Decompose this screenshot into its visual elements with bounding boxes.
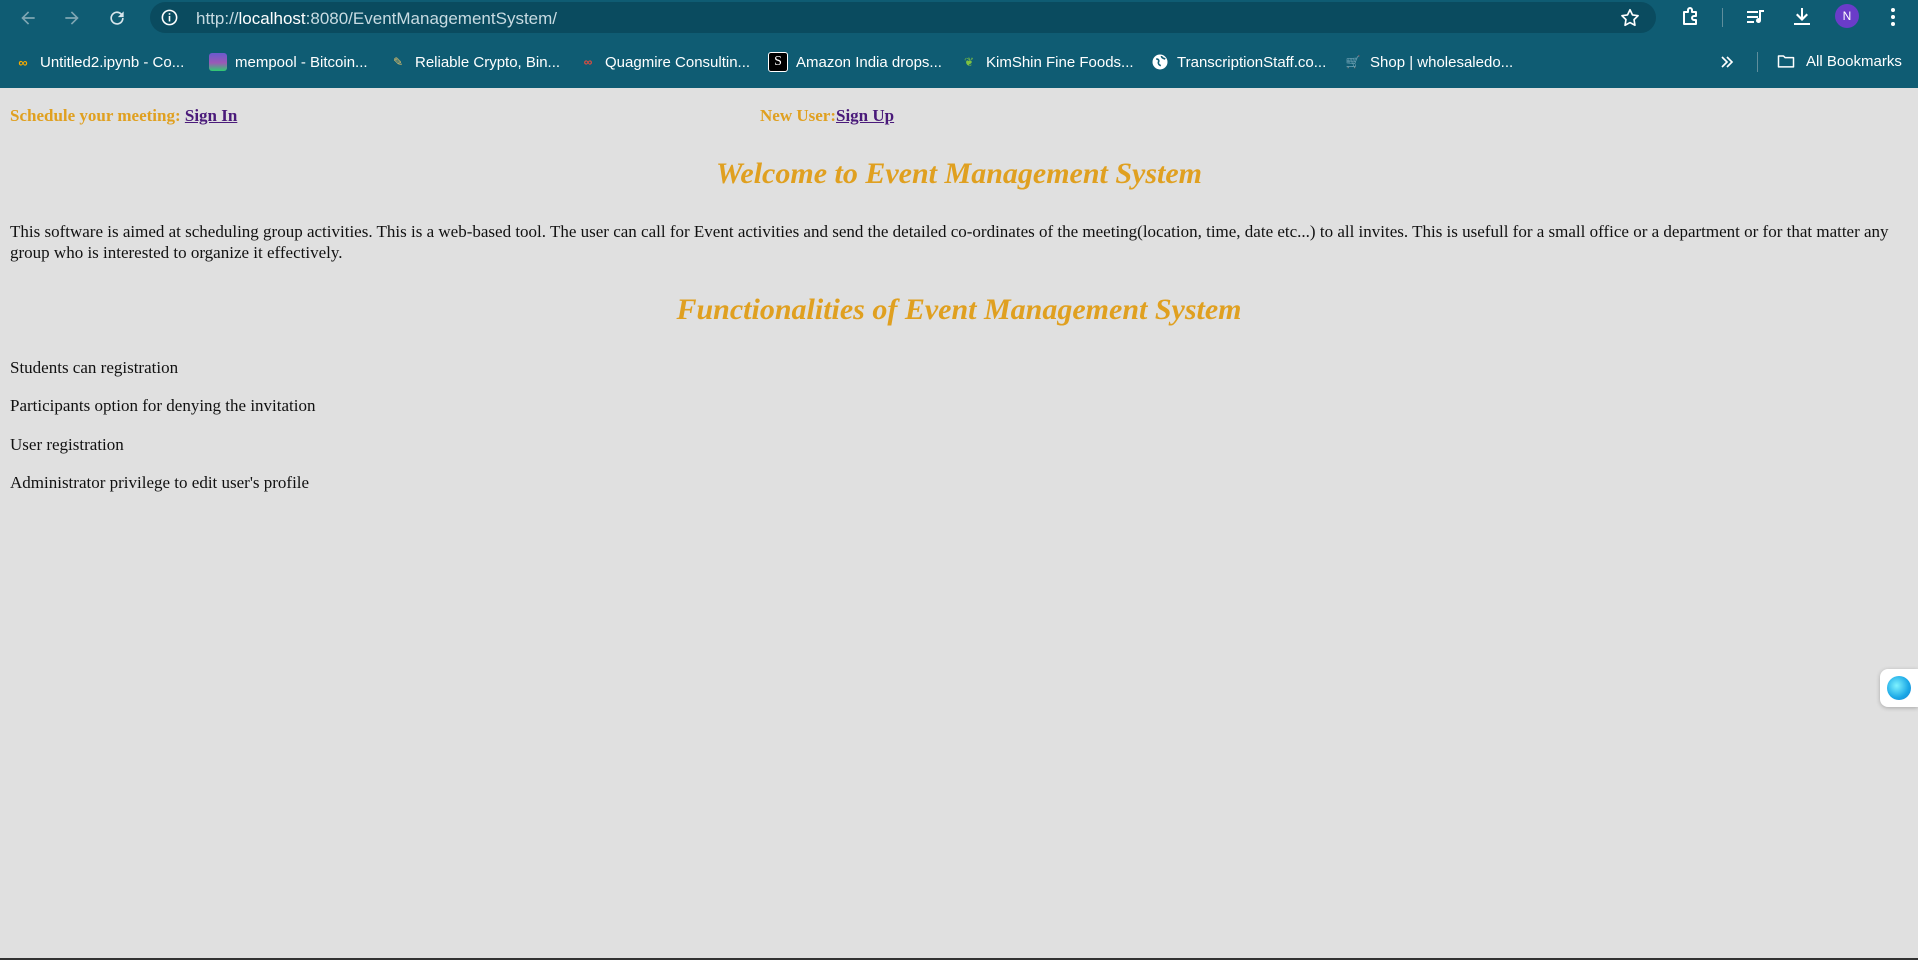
bookmark-item[interactable]: mempool - Bitcoin... [209,51,368,73]
bookmark-item[interactable]: ∞ Quagmire Consultin... [579,51,750,73]
feature-item: Administrator privilege to edit user's p… [10,473,310,492]
globe-icon [1151,53,1169,71]
feature-item: User registration [10,435,124,454]
chevron-double-right-icon[interactable] [1717,52,1737,72]
feature-item: Participants option for denying the invi… [10,396,316,415]
all-bookmarks-label: All Bookmarks [1806,52,1902,70]
url-host: localhost [238,9,306,28]
extensions-icon[interactable] [1679,5,1703,29]
mempool-icon [209,53,227,71]
bookmark-item[interactable]: S Amazon India drops... [768,51,942,73]
colab-icon: ∞ [18,54,28,70]
feature-item: Students can registration [10,358,179,377]
back-icon[interactable] [14,4,42,32]
assistant-widget-button[interactable] [1880,669,1918,707]
profile-avatar[interactable]: N [1835,4,1859,28]
bookmark-item[interactable]: ✎ Reliable Crypto, Bin... [389,51,560,73]
menu-kebab-icon[interactable] [1881,5,1905,29]
toolbar-separator [1722,8,1723,27]
bookmark-item[interactable]: ❦ KimShin Fine Foods... [960,51,1134,73]
bookmark-item[interactable]: ∞ Untitled2.ipynb - Co... [14,51,184,73]
assistant-orb-icon [1887,676,1911,700]
bookmark-label: Untitled2.ipynb - Co... [40,53,185,71]
sign-up-link[interactable]: Sign Up [836,106,894,125]
site-info-icon[interactable] [160,8,179,27]
welcome-heading: Welcome to Event Management System [715,157,1203,190]
reload-icon[interactable] [103,4,131,32]
functionalities-heading: Functionalities of Event Management Syst… [676,293,1242,326]
bookmark-label: mempool - Bitcoin... [235,53,368,71]
address-bar[interactable]: http://localhost:8080/EventManagementSys… [150,2,1656,33]
bookmark-star-icon[interactable] [1619,7,1641,29]
schedule-line: Schedule your meeting: Sign In [10,106,237,126]
new-user-label: New User: [760,106,836,125]
bookmark-label: Amazon India drops... [796,53,942,71]
bookmark-label: Reliable Crypto, Bin... [415,53,561,71]
media-control-icon[interactable] [1744,5,1768,29]
cart-icon: 🛒 [1345,55,1361,69]
bookmark-label: TranscriptionStaff.co... [1177,53,1327,71]
new-user-line: New User:Sign Up [760,106,894,126]
bookmark-label: KimShin Fine Foods... [986,53,1134,71]
page-content: Schedule your meeting: Sign In New User:… [0,88,1918,958]
url-path: :8080/EventManagementSystem/ [305,9,558,28]
bookmark-label: Quagmire Consultin... [605,53,751,71]
crypto-icon: ✎ [392,55,404,69]
s-icon: S [768,52,788,72]
browser-toolbar: http://localhost:8080/EventManagementSys… [0,0,1918,35]
bookmark-item[interactable]: TranscriptionStaff.co... [1151,51,1326,73]
leaf-icon: ❦ [963,55,975,69]
all-bookmarks-button[interactable]: All Bookmarks [1776,51,1902,71]
url-text[interactable]: http://localhost:8080/EventManagementSys… [196,9,557,29]
bookmark-item[interactable]: 🛒 Shop | wholesaledo... [1344,51,1514,73]
quagmire-icon: ∞ [583,55,593,69]
download-icon[interactable] [1790,5,1814,29]
url-scheme: http:// [196,9,239,28]
bookmark-label: Shop | wholesaledo... [1370,53,1514,71]
sign-in-link[interactable]: Sign In [185,106,237,125]
description-paragraph: This software is aimed at scheduling gro… [10,222,1889,262]
folder-icon [1777,55,1795,68]
bookmarks-bar: ∞ Untitled2.ipynb - Co... mempool - Bitc… [0,35,1918,88]
bookmarks-separator [1757,52,1758,72]
schedule-label: Schedule your meeting: [10,106,185,125]
forward-icon[interactable] [58,4,86,32]
